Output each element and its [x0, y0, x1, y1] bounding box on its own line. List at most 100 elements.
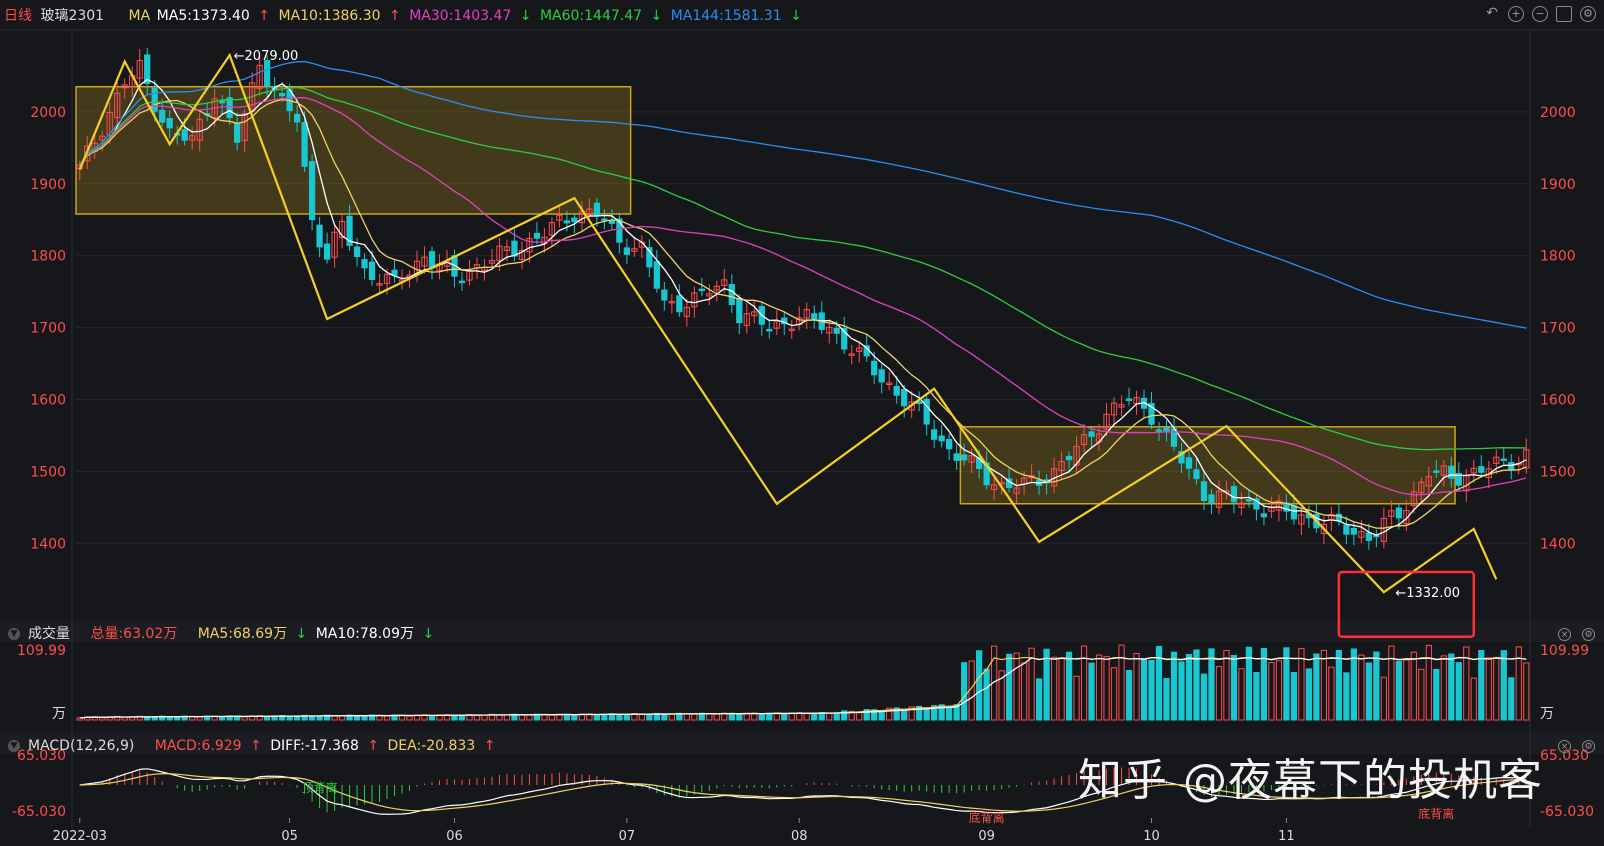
candle-body [1163, 427, 1170, 432]
window-icon[interactable] [1556, 6, 1572, 22]
volume-bar [406, 715, 413, 721]
volume-bar [1058, 657, 1065, 721]
candle-body [316, 224, 323, 248]
volume-ma5: MA5:68.69万 [197, 626, 288, 642]
x-tick-label: 07 [619, 829, 636, 844]
volume-ma10: MA10:78.09万 [315, 626, 414, 642]
settings-icon[interactable]: ⚙ [1580, 6, 1596, 22]
volume-bar [1448, 653, 1455, 721]
undo-icon[interactable]: ↶ [1484, 6, 1500, 22]
volume-bar [638, 713, 645, 721]
volume-close-icon[interactable]: × [1558, 628, 1571, 641]
volume-bar [263, 716, 271, 721]
candle-body [278, 92, 286, 97]
volume-bar [1043, 648, 1050, 721]
candle-body [226, 97, 233, 119]
candle-body [1448, 465, 1455, 479]
volume-bar [668, 713, 675, 721]
ma5-value: MA5:1373.40 [156, 8, 250, 24]
ma144-value: MA144:1581.31 [670, 8, 782, 24]
volume-unit-left: 万 [52, 706, 66, 722]
volume-bar [1103, 656, 1110, 721]
candle-body [181, 129, 188, 141]
volume-bar [803, 712, 810, 721]
ma10-arrow: ↑ [389, 8, 401, 24]
zoom-out-icon[interactable]: − [1532, 6, 1548, 22]
main-header: 日线 玻璃2301 MA MA5:1373.40 ↑ MA10:1386.30 … [4, 7, 806, 25]
candle-body [1193, 469, 1200, 480]
volume-bar [766, 712, 773, 721]
volume-total: 总量:63.02万 [90, 626, 178, 642]
candle-body [766, 328, 773, 332]
candle-body [1200, 481, 1208, 502]
candle-body [923, 398, 930, 425]
volume-ma5-arrow: ↓ [295, 626, 308, 642]
volume-bar [1373, 651, 1380, 721]
volume-unit-right: 万 [1540, 706, 1554, 722]
volume-bar [518, 714, 526, 721]
macd-bottom-left: -65.030 [12, 804, 66, 820]
candle-body [608, 220, 616, 224]
y-tick-left: 1500 [30, 464, 66, 480]
x-tick-label: 06 [446, 829, 463, 844]
volume-bar [286, 715, 293, 721]
x-tick-label: 09 [978, 829, 995, 844]
candle-body [533, 232, 541, 239]
volume-bar [1088, 662, 1095, 721]
volume-bar [901, 709, 908, 721]
ma144-arrow: ↓ [790, 8, 802, 24]
macd-settings-icon[interactable]: ⚙ [1582, 740, 1595, 753]
candle-body [293, 113, 301, 123]
diff-value: DIFF:-17.368 [270, 738, 359, 754]
volume-settings-icon[interactable]: ⚙ [1582, 628, 1595, 641]
ma30-arrow: ↓ [519, 8, 532, 24]
volume-bar [1395, 661, 1402, 721]
macd-header: MACD(12,26,9) MACD:6.929 ↑ DIFF:-17.368 … [28, 737, 499, 755]
volume-bar [473, 714, 481, 721]
volume-bar [1485, 657, 1492, 721]
candle-body [1125, 398, 1133, 401]
volume-bar [1440, 655, 1447, 721]
ma5-arrow: ↑ [258, 8, 271, 24]
candle-body [676, 295, 683, 313]
candle-body [1245, 499, 1253, 502]
candle-body [1478, 466, 1485, 473]
high-annotation: ←2079.00 [234, 49, 299, 64]
candle-body [1350, 527, 1357, 535]
volume-bar [1268, 662, 1275, 721]
volume-bar [616, 714, 623, 721]
volume-bar [1380, 676, 1387, 721]
candle-body [263, 60, 271, 87]
candle-body [353, 246, 361, 258]
volume-bar [923, 707, 930, 721]
volume-bar [1253, 672, 1260, 721]
volume-collapse-icon[interactable]: ▼ [8, 628, 20, 640]
candle-body [931, 429, 938, 440]
volume-bar [1095, 654, 1103, 721]
y-tick-left: 1400 [30, 536, 66, 552]
y-tick-right: 2000 [1540, 105, 1576, 121]
candle-body [361, 259, 368, 269]
volume-bar [1313, 653, 1320, 721]
volume-bar [1320, 649, 1328, 721]
volume-bar [1478, 650, 1485, 721]
volume-bar [1200, 673, 1208, 721]
candle-body [1230, 486, 1238, 503]
volume-bar [481, 714, 488, 721]
chart-canvas: 1400 1400 1500 1500 1600 1600 1700 1700 1800 1800… [0, 29, 1604, 844]
volume-bar [1080, 645, 1088, 721]
x-tick-label: 05 [281, 829, 298, 844]
macd-collapse-icon[interactable]: ▼ [8, 740, 20, 752]
macd-close-icon[interactable]: × [1558, 740, 1571, 753]
volume-bar [1035, 678, 1043, 721]
candle-body [661, 289, 668, 301]
volume-bar [338, 715, 346, 721]
zoom-in-icon[interactable]: + [1508, 6, 1524, 22]
low-annotation: ←1332.00 [1395, 586, 1460, 601]
period-label[interactable]: 日线 [4, 8, 32, 24]
candle-body [901, 389, 908, 407]
volume-bar [781, 713, 788, 721]
volume-bar [526, 714, 533, 721]
volume-bar [961, 662, 968, 721]
diff-arrow: ↑ [367, 738, 380, 754]
